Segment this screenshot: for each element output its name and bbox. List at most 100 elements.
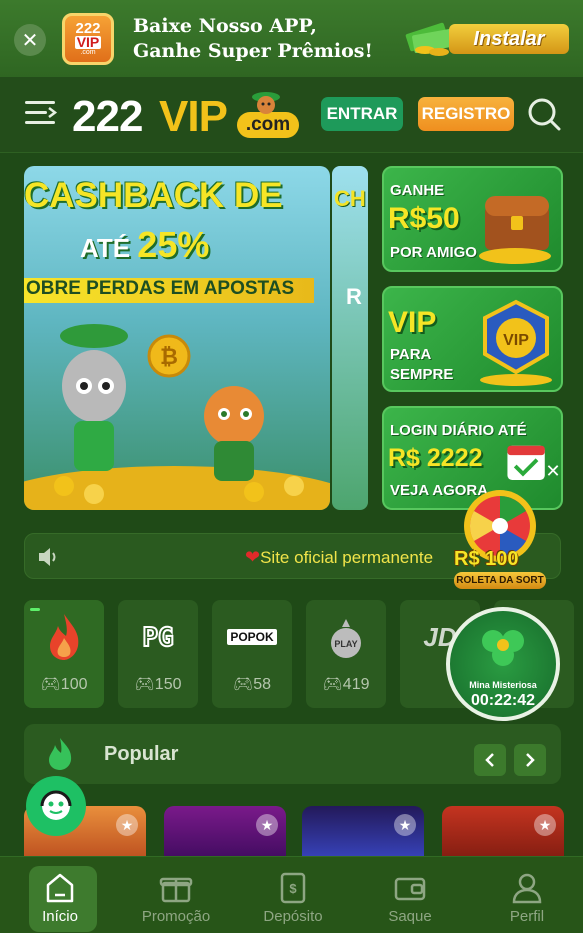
section-title: Popular	[104, 743, 179, 765]
favorite-star-icon[interactable]: ★	[116, 814, 138, 836]
app-logo-line3: .com	[80, 49, 96, 56]
gamepad-icon: 🎮︎	[40, 676, 61, 693]
announcement-text: ❤Site oficial permanente	[245, 547, 433, 568]
svg-text:VIP: VIP	[503, 332, 529, 349]
card2-small2: SEMPRE	[390, 366, 454, 383]
install-area[interactable]: Instalar	[405, 20, 569, 56]
install-button[interactable]: Instalar	[449, 24, 569, 54]
support-agent-icon	[40, 790, 72, 820]
svg-text:₿: ₿	[160, 344, 178, 369]
gamepad-icon: 🎮︎	[322, 676, 343, 693]
wallet-icon	[394, 877, 426, 901]
vip-badge-icon: VIP	[480, 299, 552, 386]
site-logo[interactable]: 222 VIP .com	[72, 88, 302, 142]
gamepad-icon: 🎮︎	[232, 676, 254, 693]
next-banner-preview[interactable]: CH R	[332, 166, 368, 510]
provider-pg[interactable]: PG 🎮︎150	[118, 600, 198, 708]
app-download-banner: ✕ 222 VIP .com Baixe Nosso APP, Ganhe Su…	[0, 0, 583, 77]
logo-number: 222	[72, 92, 143, 141]
close-icon[interactable]: ✕	[14, 24, 46, 56]
roulette-amount: R$ 100	[454, 548, 519, 570]
pg-logo-text: PG	[142, 623, 173, 652]
provider-popok[interactable]: POPOK 🎮︎58	[212, 600, 292, 708]
banner-percent: 25%	[137, 224, 210, 265]
provider-count: 🎮︎150	[118, 674, 198, 694]
provider-count-value: 150	[154, 676, 182, 693]
referral-card[interactable]: GANHE R$50 POR AMIGO	[382, 166, 563, 272]
heart-icon: ❤	[245, 547, 261, 567]
play-logo-text: PLAY	[334, 639, 357, 649]
provider-count: 🎮︎419	[306, 674, 386, 694]
favorite-star-icon[interactable]: ★	[394, 814, 416, 836]
card3-big: R$ 2222	[388, 444, 483, 472]
mystery-mine-title: Mina Misteriosa	[469, 680, 537, 690]
card2-small1: PARA	[390, 346, 432, 363]
announcement-label: Site oficial permanente	[260, 548, 434, 567]
app-logo: 222 VIP .com	[62, 13, 114, 65]
nav-label: Saque	[388, 908, 432, 925]
previous-button[interactable]	[474, 744, 506, 776]
menu-icon[interactable]	[25, 99, 57, 127]
home-icon	[46, 873, 74, 903]
mystery-mine-timer: 00:22:42	[470, 692, 536, 709]
banner-illustration: ₿	[24, 324, 330, 510]
app-logo-line2: VIP	[74, 34, 102, 50]
promo-line1: Baixe Nosso APP,	[133, 15, 317, 37]
next-banner-line1: CH	[334, 186, 366, 211]
fire-icon	[34, 612, 94, 662]
provider-count-value: 100	[60, 676, 88, 693]
lucky-roulette[interactable]: R$ 100 ROLETA DA SORT	[450, 486, 550, 592]
user-icon	[512, 873, 542, 904]
banner-line2-prefix: ATÉ	[80, 233, 138, 263]
vip-card[interactable]: VIP PARA SEMPRE VIP	[382, 286, 563, 392]
card3-small1: LOGIN DIÁRIO ATÉ	[390, 422, 527, 439]
card1-small2: POR AMIGO	[390, 244, 477, 261]
banner-line1: CASHBACK DE	[24, 176, 283, 215]
nav-withdraw[interactable]: Saque	[352, 857, 468, 933]
provider-play[interactable]: PLAY 🎮︎419	[306, 600, 386, 708]
provider-hot[interactable]: 🎮︎100	[24, 600, 104, 708]
logo-vip: VIP	[159, 92, 228, 141]
card2-big: VIP	[388, 306, 437, 339]
mascot-icon	[252, 92, 280, 114]
next-button[interactable]	[514, 744, 546, 776]
nav-home[interactable]: Início	[2, 857, 118, 933]
card1-big: R$50	[388, 202, 460, 235]
nav-promotion[interactable]: Promoção	[118, 857, 234, 933]
provider-count: 🎮︎100	[24, 674, 104, 694]
close-icon[interactable]: ✕	[544, 462, 562, 480]
nav-deposit[interactable]: $ Depósito	[235, 857, 351, 933]
provider-count: 🎮︎58	[212, 674, 292, 694]
play-logo: PLAY	[316, 612, 376, 662]
deposit-icon: $	[280, 872, 306, 904]
nav-profile[interactable]: Perfil	[469, 857, 583, 933]
search-icon[interactable]	[527, 97, 561, 131]
favorite-star-icon[interactable]: ★	[256, 814, 278, 836]
nav-label: Início	[42, 908, 78, 925]
pg-logo: PG	[128, 612, 188, 662]
login-button[interactable]: ENTRAR	[321, 97, 403, 131]
nav-label: Perfil	[509, 908, 545, 925]
next-banner-line2: R	[346, 284, 362, 309]
speaker-icon	[39, 548, 56, 566]
banner-line3: OBRE PERDAS EM APOSTAS	[24, 278, 314, 303]
nav-label: Promoção	[141, 908, 211, 925]
favorite-star-icon[interactable]: ★	[534, 814, 556, 836]
cashback-banner[interactable]: CASHBACK DE ATÉ 25% OBRE PERDAS EM APOST…	[24, 166, 330, 510]
fire-icon	[49, 738, 72, 770]
treasure-chest-icon	[479, 196, 551, 264]
chevron-right-icon	[526, 753, 535, 767]
popok-logo: POPOK	[222, 612, 282, 662]
header: 222 VIP .com ENTRAR REGISTRO	[0, 77, 583, 153]
register-button[interactable]: REGISTRO	[418, 97, 514, 131]
clover-icon	[482, 630, 524, 666]
card1-small1: GANHE	[390, 182, 445, 199]
mystery-mine-widget[interactable]: Mina Misteriosa 00:22:42	[446, 607, 560, 735]
roulette-label: ROLETA DA SORT	[454, 572, 546, 589]
active-indicator	[30, 608, 40, 611]
promo-text: Baixe Nosso APP, Ganhe Super Prêmios!	[133, 14, 373, 64]
chevron-left-icon	[485, 753, 494, 767]
popok-logo-text: POPOK	[227, 629, 277, 645]
nav-label: Depósito	[263, 908, 323, 925]
customer-support-button[interactable]	[26, 776, 86, 836]
